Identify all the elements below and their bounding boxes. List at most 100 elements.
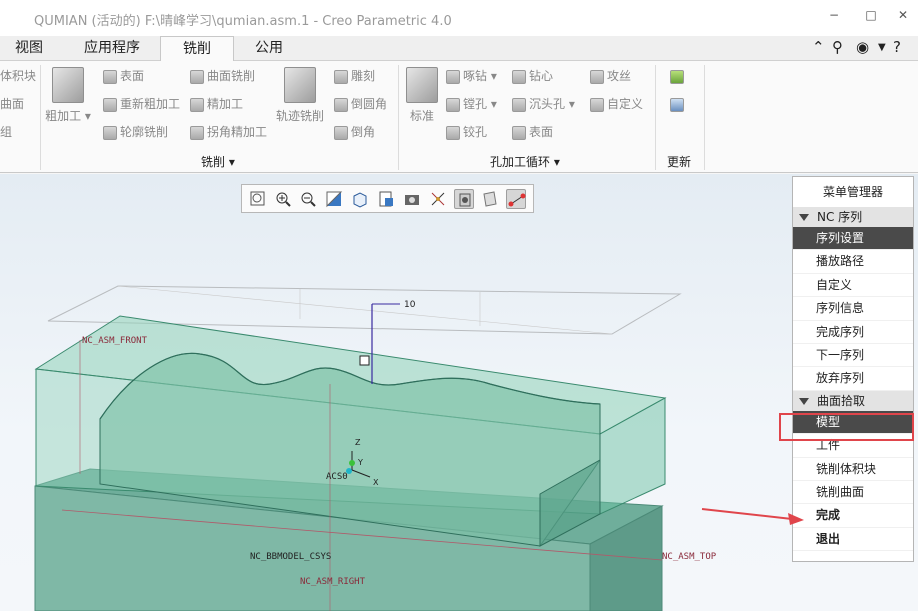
surface-milling-label: 曲面铣削: [207, 69, 256, 83]
chamfer-icon: [334, 125, 348, 140]
countersink-label: 沉头孔 ▾: [529, 97, 575, 111]
help-icon[interactable]: ◉: [856, 38, 869, 56]
face-milling-button[interactable]: 表面: [103, 67, 144, 85]
profile-milling-label: 轮廓铣削: [120, 125, 169, 139]
milling-group-label[interactable]: 铣削 ▾: [201, 153, 235, 170]
chamfer-button[interactable]: 倒角: [334, 123, 375, 141]
display-style-icon[interactable]: [402, 189, 422, 209]
group-divider: [655, 65, 656, 170]
spot-face-button[interactable]: 表面: [512, 123, 553, 141]
collapse-triangle-icon: [799, 214, 809, 221]
graphics-window[interactable]: NC_ASM_FRONT NC_ASM_TOP NC_ASM_RIGHT NC_…: [0, 174, 918, 611]
saved-views-icon[interactable]: [350, 189, 370, 209]
finishing-label: 精加工: [207, 97, 244, 111]
datum-display-icon[interactable]: [428, 189, 448, 209]
collapse-ribbon-icon[interactable]: ⌃: [812, 38, 825, 56]
update-button-1[interactable]: [670, 67, 687, 85]
menu-item-quit-sequence[interactable]: 放弃序列: [793, 367, 913, 391]
nc-sequence-section[interactable]: NC 序列: [793, 207, 913, 227]
menu-item-mill-surface[interactable]: 铣削曲面: [793, 481, 913, 505]
nc-sequence-label: NC 序列: [817, 210, 863, 224]
engraving-button[interactable]: 雕刻: [334, 67, 375, 85]
menu-manager-title: 菜单管理器: [822, 185, 883, 199]
menu-item-sequence-setup[interactable]: 序列设置: [793, 227, 913, 251]
finishing-button[interactable]: 精加工: [190, 95, 243, 113]
update-button-2[interactable]: [670, 95, 687, 113]
corner-finishing-label: 拐角精加工: [207, 125, 268, 139]
view-manager-icon[interactable]: [376, 189, 396, 209]
zoom-out-icon[interactable]: [298, 189, 318, 209]
tab-milling[interactable]: 铣削: [160, 36, 234, 62]
toolpath-display-icon[interactable]: [506, 189, 526, 209]
re-rough-label: 重新粗加工: [120, 97, 181, 111]
search-icon[interactable]: ⚲: [832, 38, 843, 56]
re-rough-button[interactable]: 重新粗加工: [103, 95, 180, 113]
peck-drill-icon: [446, 69, 460, 84]
surface-milling-button[interactable]: 曲面铣削: [190, 67, 255, 85]
ribbon-surface-button[interactable]: 曲面: [0, 95, 24, 113]
top-datum-label: NC_ASM_TOP: [662, 552, 717, 562]
window-title: QUMIAN (活动的) F:\晴峰学习\qumian.asm.1 - Creo…: [34, 14, 452, 29]
spot-face-label: 表面: [529, 125, 554, 139]
tab-applications[interactable]: 应用程序: [64, 36, 160, 61]
boring-button[interactable]: 镗孔 ▾: [446, 95, 497, 113]
corner-finishing-icon: [190, 125, 204, 140]
menu-manager: 菜单管理器 NC 序列 序列设置 播放路径 自定义 序列信息 完成序列 下一序列…: [792, 176, 914, 562]
maximize-button[interactable]: □: [860, 8, 882, 26]
tab-common[interactable]: 公用: [236, 36, 302, 61]
zoom-in-icon[interactable]: [273, 189, 293, 209]
reaming-button[interactable]: 铰孔: [446, 123, 487, 141]
engraving-label: 雕刻: [351, 69, 376, 83]
rough-milling-button[interactable]: 粗加工 ▾: [44, 67, 92, 124]
hole-group-label[interactable]: 孔加工循环 ▾: [490, 153, 560, 170]
custom-hole-label: 自定义: [607, 97, 644, 111]
group-divider: [704, 65, 705, 170]
csys-label: NC_BBMODEL_CSYS: [250, 552, 332, 562]
rough-milling-icon: [52, 67, 84, 103]
ribbon-tabs: 视图 应用程序 铣削 公用: [0, 36, 918, 62]
regenerate-icon: [670, 97, 684, 112]
annotation-display-icon[interactable]: [480, 189, 500, 209]
standard-drill-button[interactable]: 标准: [398, 67, 446, 124]
question-icon[interactable]: ?: [893, 38, 901, 56]
menu-item-sequence-info[interactable]: 序列信息: [793, 297, 913, 321]
refit-icon[interactable]: [248, 189, 268, 209]
chamfer-label: 倒角: [351, 125, 376, 139]
round-button[interactable]: 倒圆角: [334, 95, 387, 113]
repaint-icon[interactable]: [324, 189, 344, 209]
group-divider: [40, 65, 41, 170]
center-drill-button[interactable]: 钻心: [512, 67, 553, 85]
menu-item-done[interactable]: 完成: [793, 504, 913, 528]
corner-finishing-button[interactable]: 拐角精加工: [190, 123, 267, 141]
ribbon-volume-button[interactable]: 体积块: [0, 67, 36, 85]
model-view: [34, 285, 682, 611]
trajectory-milling-icon: [284, 67, 316, 103]
surface-pick-section[interactable]: 曲面拾取: [793, 390, 913, 411]
profile-milling-button[interactable]: 轮廓铣削: [103, 123, 168, 141]
menu-item-quit[interactable]: 退出: [793, 528, 913, 552]
custom-hole-button[interactable]: 自定义: [590, 95, 643, 113]
menu-item-mill-volume[interactable]: 铣削体积块: [793, 458, 913, 481]
close-button[interactable]: ✕: [892, 8, 914, 26]
menu-item-done-sequence[interactable]: 完成序列: [793, 321, 913, 344]
axis-z-label: Z: [355, 438, 361, 447]
menu-item-customize[interactable]: 自定义: [793, 274, 913, 298]
round-icon: [334, 97, 348, 112]
menu-item-play-path[interactable]: 播放路径: [793, 250, 913, 274]
ribbon-group-button[interactable]: 组: [0, 123, 12, 141]
axis-y-label: Y: [358, 458, 363, 467]
tapping-button[interactable]: 攻丝: [590, 67, 631, 85]
update-group-label[interactable]: 更新: [667, 153, 691, 170]
help-dropdown-icon[interactable]: ▼: [878, 42, 886, 53]
menu-item-next-sequence[interactable]: 下一序列: [793, 344, 913, 368]
spin-center-icon[interactable]: [454, 189, 474, 209]
minimize-button[interactable]: −: [823, 8, 845, 26]
update-icon: [670, 69, 684, 84]
countersink-icon: [512, 97, 526, 112]
tab-view[interactable]: 视图: [0, 36, 58, 61]
dimension-value: 10: [404, 300, 416, 310]
countersink-button[interactable]: 沉头孔 ▾: [512, 95, 575, 113]
axis-x-label: X: [373, 478, 379, 487]
trajectory-milling-button[interactable]: 轨迹铣削: [276, 67, 324, 124]
peck-drill-button[interactable]: 啄钻 ▾: [446, 67, 497, 85]
